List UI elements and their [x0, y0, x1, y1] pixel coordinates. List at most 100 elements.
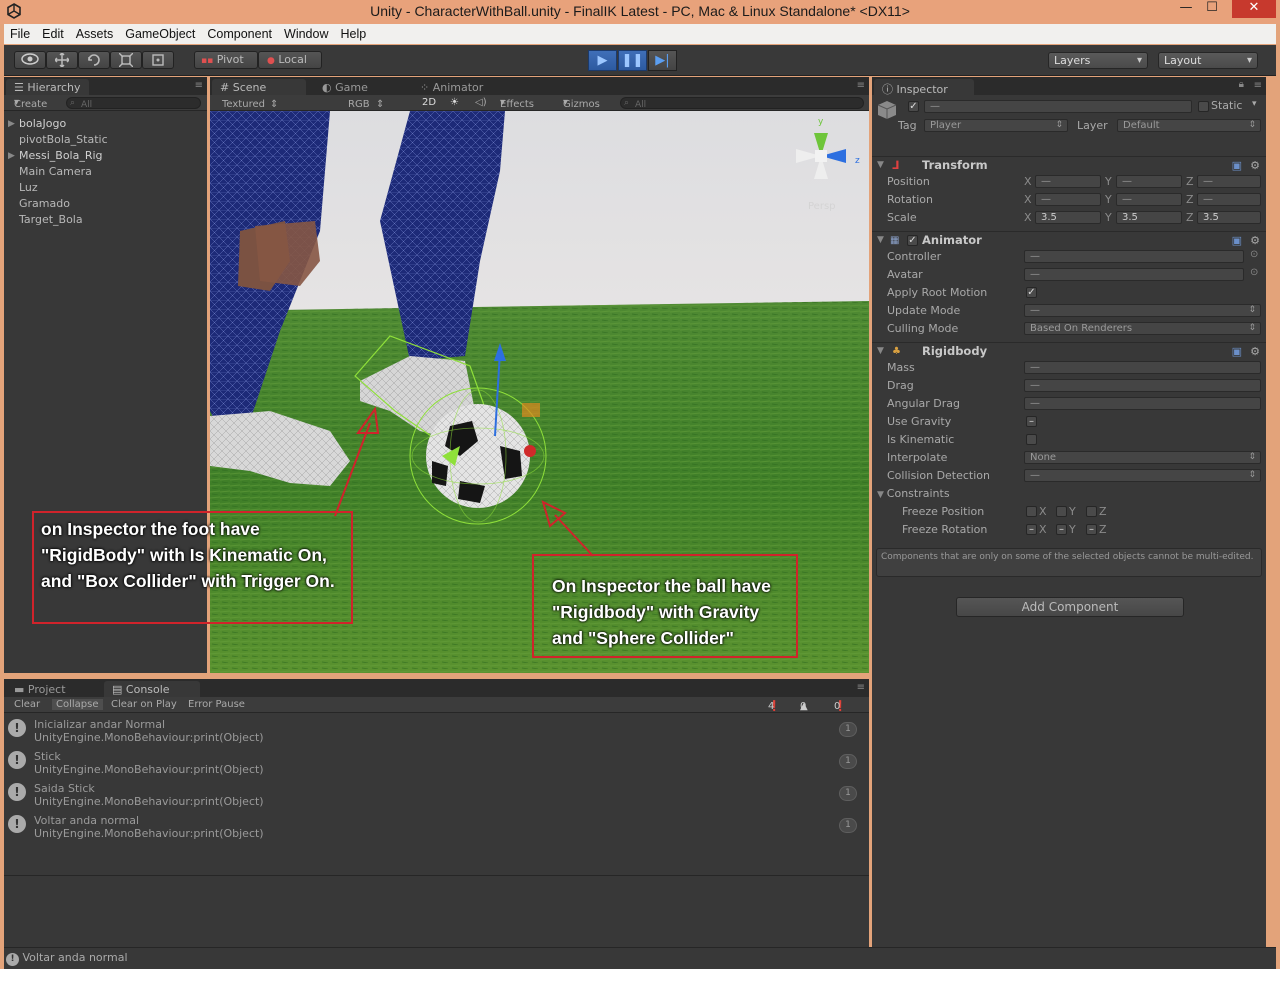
menu-edit[interactable]: Edit [36, 24, 70, 41]
menu-gameobject[interactable]: GameObject [119, 24, 201, 41]
animator-enabled-checkbox[interactable]: ✓ [907, 235, 918, 246]
light-toggle-icon[interactable]: ☀ [450, 97, 459, 108]
object-picker-icon[interactable]: ⊙ [1250, 249, 1258, 260]
controller-field[interactable]: — [1024, 250, 1244, 263]
console-log-row[interactable]: ! Voltar anda normal UnityEngine.MonoBehav… [4, 811, 865, 843]
static-checkbox[interactable] [1198, 101, 1209, 112]
console-log-row[interactable]: ! Saida Stick UnityEngine.MonoBehaviour:pr… [4, 779, 865, 811]
local-toggle[interactable]: ● Local [258, 51, 322, 69]
freeze-rot-x-checkbox[interactable]: – [1026, 524, 1037, 535]
collision-detection-dropdown[interactable]: — [1024, 469, 1261, 482]
help-icon[interactable]: ▣ [1232, 157, 1242, 174]
rect-tool-button[interactable] [142, 51, 174, 69]
menu-component[interactable]: Component [201, 24, 278, 41]
move-tool-button[interactable] [46, 51, 78, 69]
minimize-button[interactable]: — [1172, 0, 1200, 18]
gear-icon[interactable]: ⚙ [1250, 232, 1260, 249]
scale-y-field[interactable]: 3.5 [1116, 211, 1182, 224]
menu-assets[interactable]: Assets [70, 24, 120, 41]
interpolate-dropdown[interactable]: None [1024, 451, 1261, 464]
freeze-pos-x-checkbox[interactable] [1026, 506, 1037, 517]
position-y-field[interactable]: — [1116, 175, 1182, 188]
mass-field[interactable]: — [1024, 361, 1261, 374]
static-dropdown-icon[interactable]: ▾ [1252, 99, 1257, 109]
help-icon[interactable]: ▣ [1232, 343, 1242, 360]
tab-animator[interactable]: ⁘ Animator [412, 79, 492, 95]
foldout-arrow-icon[interactable]: ▼ [877, 232, 884, 249]
audio-toggle-icon[interactable]: ◁) [475, 97, 487, 108]
rotation-x-field[interactable]: — [1035, 193, 1101, 206]
freeze-rot-z-checkbox[interactable]: – [1086, 524, 1097, 535]
2d-toggle[interactable]: 2D [422, 97, 436, 108]
rotation-y-field[interactable]: — [1116, 193, 1182, 206]
menu-help[interactable]: Help [334, 24, 372, 41]
console-log-row[interactable]: ! Stick UnityEngine.MonoBehaviour:print(Ob… [4, 747, 865, 779]
error-pause-button[interactable]: Error Pause [188, 699, 245, 710]
animator-header[interactable]: ▼ ▦ ✓ Animator ▣ ⚙ [872, 231, 1266, 249]
position-x-field[interactable]: — [1035, 175, 1101, 188]
lock-icon[interactable]: 🔒︎ [1239, 79, 1244, 90]
panel-menu-icon[interactable]: ≡ [1254, 80, 1262, 91]
hierarchy-item[interactable]: Target_Bola [4, 212, 207, 228]
scale-z-field[interactable]: 3.5 [1197, 211, 1261, 224]
drag-field[interactable]: — [1024, 379, 1261, 392]
console-log-row[interactable]: ! Inicializar andar Normal UnityEngine.Mon… [4, 715, 865, 747]
scale-x-field[interactable]: 3.5 [1035, 211, 1101, 224]
gear-icon[interactable]: ⚙ [1250, 343, 1260, 360]
object-name-field[interactable]: — [924, 100, 1192, 113]
tab-project[interactable]: ▬ Project [6, 681, 102, 697]
collapse-button[interactable]: Collapse [52, 699, 103, 710]
object-picker-icon[interactable]: ⊙ [1250, 267, 1258, 278]
status-bar[interactable]: ! Voltar anda normal [4, 947, 1276, 969]
tab-game[interactable]: ◐ Game [314, 79, 376, 95]
panel-menu-icon[interactable]: ≡ [857, 682, 865, 693]
menu-window[interactable]: Window [278, 24, 334, 41]
gear-icon[interactable]: ⚙ [1250, 157, 1260, 174]
menu-file[interactable]: File [4, 24, 36, 41]
transform-header[interactable]: ▼ ⅃ Transform ▣ ⚙ [872, 156, 1266, 174]
hierarchy-item[interactable]: Main Camera [4, 164, 207, 180]
hierarchy-item[interactable]: ▶ Messi_Bola_Rig [4, 148, 207, 164]
step-button[interactable]: ▶| [648, 50, 677, 71]
layer-dropdown[interactable]: Default [1117, 119, 1261, 132]
add-component-button[interactable]: Add Component [956, 597, 1184, 617]
expand-arrow-icon[interactable]: ▶ [8, 116, 15, 132]
hierarchy-item[interactable]: Gramado [4, 196, 207, 212]
panel-menu-icon[interactable]: ≡ [195, 80, 203, 91]
angular-drag-field[interactable]: — [1024, 397, 1261, 410]
layers-dropdown[interactable]: Layers [1048, 52, 1148, 69]
tag-dropdown[interactable]: Player [924, 119, 1068, 132]
scene-search-input[interactable]: ⌕ All [620, 97, 864, 110]
create-dropdown[interactable]: Create ▾ [14, 97, 47, 110]
effects-dropdown[interactable]: Effects ▾ [500, 97, 534, 110]
clear-on-play-button[interactable]: Clear on Play [111, 699, 177, 710]
foldout-arrow-icon[interactable]: ▼ [877, 157, 884, 174]
panel-menu-icon[interactable]: ≡ [857, 80, 865, 91]
constraints-foldout[interactable]: ▼ Constraints [877, 487, 950, 500]
maximize-button[interactable]: ☐ [1198, 0, 1226, 18]
layout-dropdown[interactable]: Layout [1158, 52, 1258, 69]
pause-button[interactable]: ❚❚ [618, 50, 647, 71]
hierarchy-item[interactable]: ▶ bolaJogo [4, 116, 207, 132]
clear-button[interactable]: Clear [14, 699, 40, 710]
tab-hierarchy[interactable]: ☰ Hierarchy [6, 79, 89, 95]
view-tool-button[interactable] [14, 51, 46, 69]
freeze-pos-y-checkbox[interactable] [1056, 506, 1067, 517]
culling-mode-dropdown[interactable]: Based On Renderers [1024, 322, 1261, 335]
use-gravity-checkbox[interactable]: – [1026, 416, 1037, 427]
hierarchy-item[interactable]: Luz [4, 180, 207, 196]
foldout-arrow-icon[interactable]: ▼ [877, 343, 884, 360]
close-button[interactable]: ✕ [1232, 0, 1276, 18]
is-kinematic-checkbox[interactable] [1026, 434, 1037, 445]
tab-console[interactable]: ▤ Console [104, 681, 200, 697]
gizmos-dropdown[interactable]: Gizmos ▾ [563, 97, 600, 110]
freeze-rot-y-checkbox[interactable]: – [1056, 524, 1067, 535]
expand-arrow-icon[interactable]: ▶ [8, 148, 15, 164]
rotate-tool-button[interactable] [78, 51, 110, 69]
hierarchy-item[interactable]: pivotBola_Static [4, 132, 207, 148]
play-button[interactable]: ▶ [588, 50, 617, 71]
avatar-field[interactable]: — [1024, 268, 1244, 281]
active-checkbox[interactable]: ✓ [908, 101, 919, 112]
position-z-field[interactable]: — [1197, 175, 1261, 188]
hierarchy-search-input[interactable]: ⌕ All [66, 97, 201, 110]
